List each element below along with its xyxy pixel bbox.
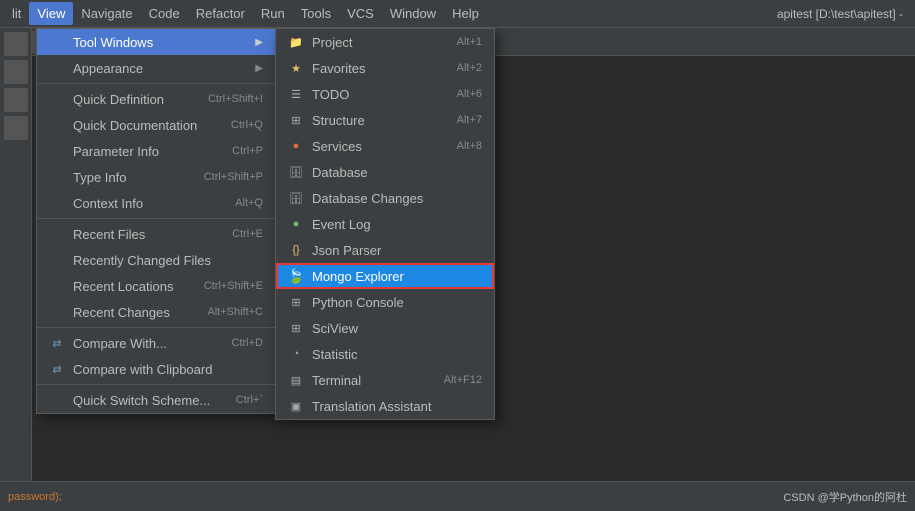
status-brand: CSDN @学Python的阿杜 (783, 489, 907, 505)
tw-database[interactable]: 🗄 Database (276, 159, 494, 185)
view-menu-dropdown[interactable]: Tool Windows ▶ Appearance ▶ Quick Defini… (36, 28, 276, 414)
event-log-icon: ● (288, 216, 304, 232)
menu-item-compare-clipboard[interactable]: ⇄ Compare with Clipboard (37, 356, 275, 382)
sciview-icon: ⊞ (288, 320, 304, 336)
status-bar: password); CSDN @学Python的阿杜 (0, 481, 915, 511)
menu-item-quick-definition[interactable]: Quick Definition Ctrl+Shift+I (37, 86, 275, 112)
compare-clipboard-icon: ⇄ (49, 361, 65, 377)
appearance-arrow: ▶ (255, 63, 263, 74)
statistic-icon: ◔ (288, 346, 304, 362)
separator-4 (37, 384, 275, 385)
window-title: apitest [D:\test\apitest] - (777, 7, 911, 21)
menu-item-code[interactable]: Code (141, 2, 188, 25)
quick-switch-icon (49, 392, 65, 408)
status-text: password); (8, 491, 62, 503)
tw-db-changes[interactable]: 🗄 Database Changes (276, 185, 494, 211)
recent-locations-icon (49, 278, 65, 294)
project-icon: 📁 (288, 34, 304, 50)
recent-files-icon (49, 226, 65, 242)
submenu-arrow: ▶ (255, 37, 263, 48)
tw-favorites[interactable]: ★ Favorites Alt+2 (276, 55, 494, 81)
menu-item-recent-changes[interactable]: Recent Changes Alt+Shift+C (37, 299, 275, 325)
services-icon: ● (288, 138, 304, 154)
tw-event-log[interactable]: ● Event Log (276, 211, 494, 237)
menu-item-recent-files[interactable]: Recent Files Ctrl+E (37, 221, 275, 247)
toolbar-icon-1 (4, 32, 28, 56)
tw-terminal[interactable]: ▤ Terminal Alt+F12 (276, 367, 494, 393)
todo-icon: ☰ (288, 86, 304, 102)
database-icon: 🗄 (288, 164, 304, 180)
context-info-icon (49, 195, 65, 211)
menu-item-recent-locations[interactable]: Recent Locations Ctrl+Shift+E (37, 273, 275, 299)
quick-definition-icon (49, 91, 65, 107)
structure-icon: ⊞ (288, 112, 304, 128)
menu-item-vcs[interactable]: VCS (339, 2, 382, 25)
menu-item-help[interactable]: Help (444, 2, 487, 25)
separator-1 (37, 83, 275, 84)
menu-item-context-info[interactable]: Context Info Alt+Q (37, 190, 275, 216)
menu-item-quick-doc[interactable]: Quick Documentation Ctrl+Q (37, 112, 275, 138)
menu-item-tools[interactable]: Tools (293, 2, 339, 25)
translation-icon: ▣ (288, 398, 304, 414)
db-changes-icon: 🗄 (288, 190, 304, 206)
menu-item-compare-with[interactable]: ⇄ Compare With... Ctrl+D (37, 330, 275, 356)
toolbar-icon-4 (4, 116, 28, 140)
recently-changed-icon (49, 252, 65, 268)
terminal-icon: ▤ (288, 372, 304, 388)
appearance-icon (49, 60, 65, 76)
type-info-icon (49, 169, 65, 185)
menu-item-lit[interactable]: lit (4, 2, 29, 25)
quick-doc-icon (49, 117, 65, 133)
menu-item-quick-switch[interactable]: Quick Switch Scheme... Ctrl+` (37, 387, 275, 413)
menu-item-appearance[interactable]: Appearance ▶ (37, 55, 275, 81)
tw-sciview[interactable]: ⊞ SciView (276, 315, 494, 341)
tw-translation-assistant[interactable]: ▣ Translation Assistant (276, 393, 494, 419)
tw-python-console[interactable]: ⊞ Python Console (276, 289, 494, 315)
menu-item-view[interactable]: View (29, 2, 73, 25)
tool-windows-icon (49, 34, 65, 50)
tw-project[interactable]: 📁 Project Alt+1 (276, 29, 494, 55)
menu-item-param-info[interactable]: Parameter Info Ctrl+P (37, 138, 275, 164)
tw-services[interactable]: ● Services Alt+8 (276, 133, 494, 159)
separator-3 (37, 327, 275, 328)
recent-changes-icon (49, 304, 65, 320)
favorites-icon: ★ (288, 60, 304, 76)
tw-todo[interactable]: ☰ TODO Alt+6 (276, 81, 494, 107)
compare-with-icon: ⇄ (49, 335, 65, 351)
menu-item-refactor[interactable]: Refactor (188, 2, 253, 25)
tw-mongo-explorer[interactable]: 🍃 Mongo Explorer (276, 263, 494, 289)
tw-json-parser[interactable]: {} Json Parser (276, 237, 494, 263)
tw-statistic[interactable]: ◔ Statistic (276, 341, 494, 367)
separator-2 (37, 218, 275, 219)
toolbar-icon-2 (4, 60, 28, 84)
left-toolbar (0, 28, 32, 511)
menu-item-tool-windows[interactable]: Tool Windows ▶ (37, 29, 275, 55)
menu-bar: lit View Navigate Code Refactor Run Tool… (0, 0, 915, 28)
mongo-icon: 🍃 (288, 268, 304, 284)
menu-item-type-info[interactable]: Type Info Ctrl+Shift+P (37, 164, 275, 190)
menu-item-window[interactable]: Window (382, 2, 444, 25)
toolbar-icon-3 (4, 88, 28, 112)
menu-item-recently-changed[interactable]: Recently Changed Files (37, 247, 275, 273)
menu-item-run[interactable]: Run (253, 2, 293, 25)
tool-windows-submenu[interactable]: 📁 Project Alt+1 ★ Favorites Alt+2 ☰ TODO… (275, 28, 495, 420)
tw-structure[interactable]: ⊞ Structure Alt+7 (276, 107, 494, 133)
json-parser-icon: {} (288, 242, 304, 258)
menu-item-navigate[interactable]: Navigate (73, 2, 140, 25)
param-info-icon (49, 143, 65, 159)
python-console-icon: ⊞ (288, 294, 304, 310)
